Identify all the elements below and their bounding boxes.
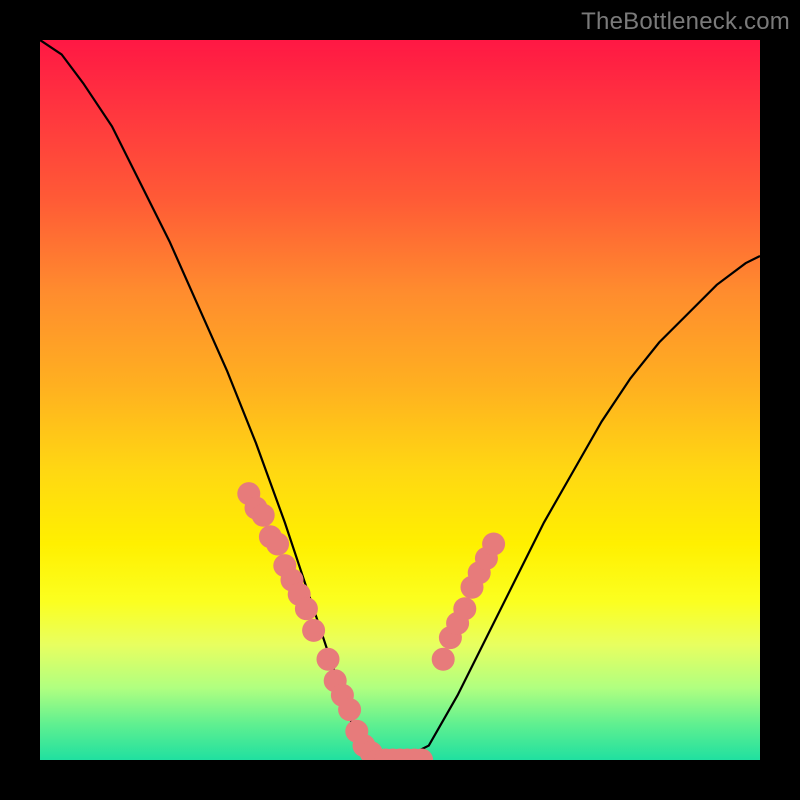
data-marker: [439, 626, 462, 649]
data-marker: [461, 576, 484, 599]
data-marker: [252, 504, 275, 527]
data-marker: [345, 720, 368, 743]
data-marker: [453, 597, 476, 620]
data-marker: [245, 497, 268, 520]
data-marker: [237, 482, 260, 505]
data-marker: [468, 561, 491, 584]
data-marker: [288, 583, 311, 606]
data-marker: [403, 749, 426, 761]
curve-layer: [40, 40, 760, 760]
data-marker: [410, 749, 433, 761]
data-marker: [317, 648, 340, 671]
data-marker: [475, 547, 498, 570]
data-marker: [353, 734, 376, 757]
marker-group: [237, 482, 505, 760]
watermark-text: TheBottleneck.com: [581, 8, 790, 36]
bottleneck-chart: TheBottleneck.com: [0, 0, 800, 800]
bottleneck-curve: [40, 40, 760, 760]
data-marker: [273, 554, 296, 577]
data-marker: [389, 749, 412, 761]
data-marker: [360, 741, 383, 760]
data-marker: [281, 569, 304, 592]
data-marker: [259, 525, 282, 548]
data-marker: [374, 749, 397, 761]
plot-area: [40, 40, 760, 760]
data-marker: [381, 749, 404, 761]
data-marker: [302, 619, 325, 642]
data-marker: [396, 749, 419, 761]
data-marker: [367, 749, 390, 761]
data-marker: [432, 648, 455, 671]
data-marker: [446, 612, 469, 635]
data-marker: [482, 533, 505, 556]
data-marker: [266, 533, 289, 556]
data-marker: [295, 597, 318, 620]
data-marker: [324, 669, 347, 692]
data-marker: [331, 684, 354, 707]
data-marker: [338, 698, 361, 721]
